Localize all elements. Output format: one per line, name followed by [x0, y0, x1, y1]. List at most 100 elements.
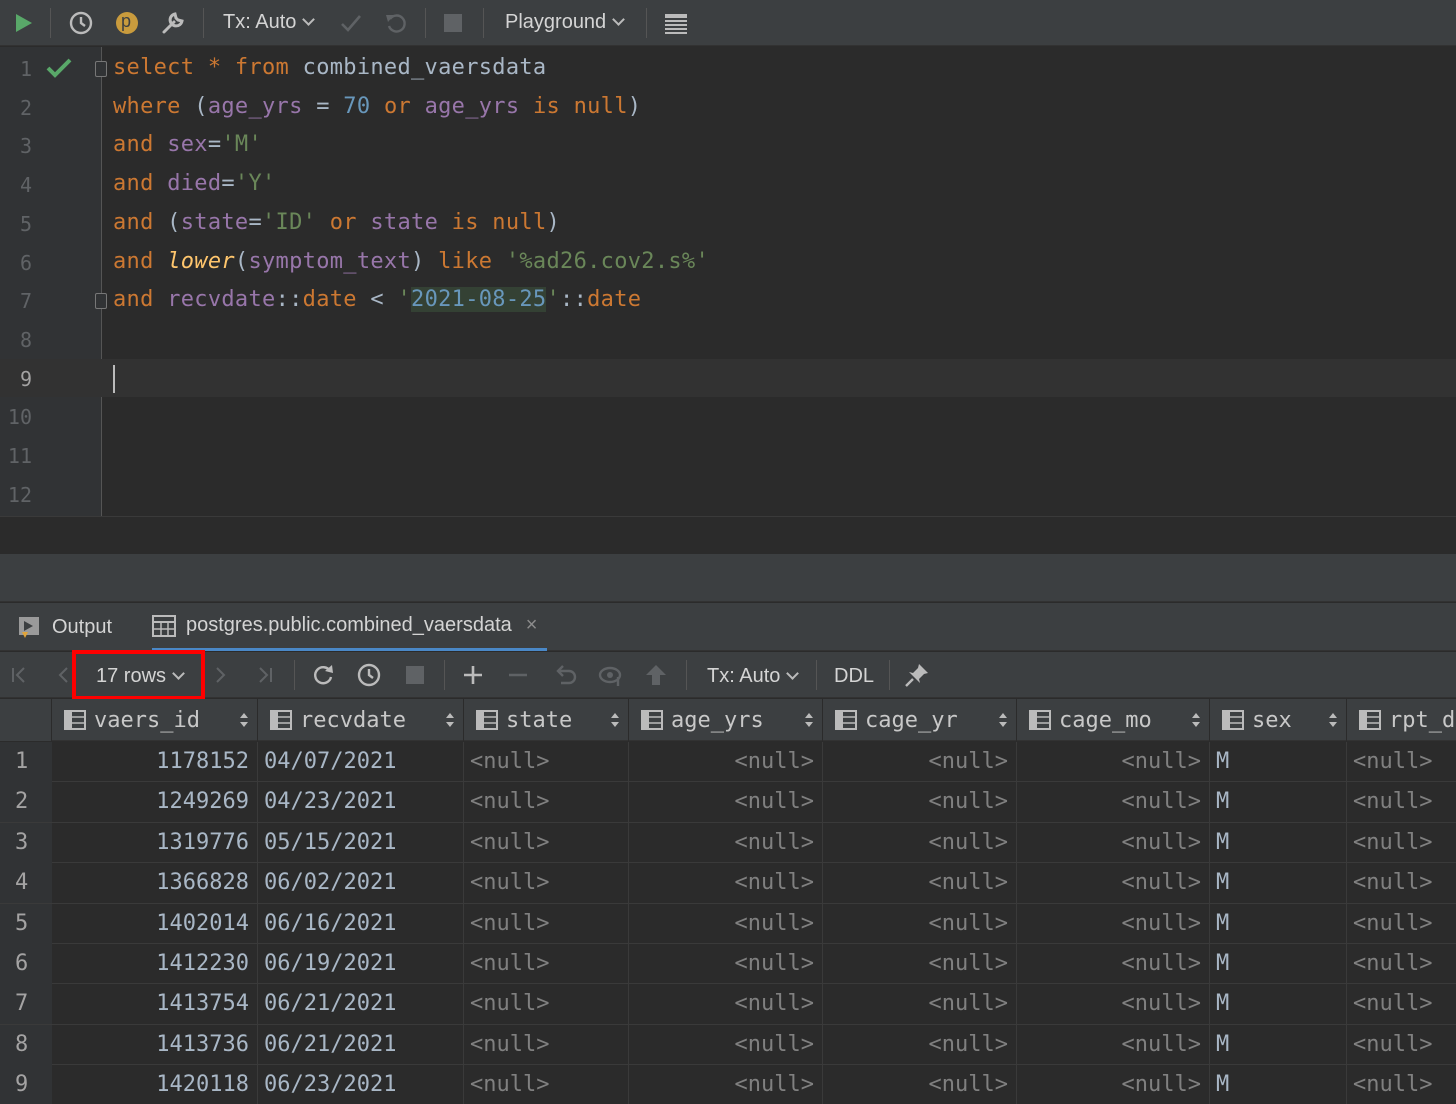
playground-dropdown[interactable]: Playground [505, 11, 626, 34]
table-cell[interactable]: <null> [629, 984, 823, 1025]
table-cell[interactable]: <null> [823, 984, 1017, 1025]
row-number[interactable]: 5 [0, 903, 52, 944]
table-cell[interactable]: M [1210, 944, 1347, 984]
table-cell[interactable]: <null> [1347, 742, 1456, 782]
editor-line[interactable]: 11 [0, 436, 1456, 475]
table-row[interactable]: 8 1413736 06/21/2021 <null> <null> <null> <nul… [0, 1024, 1456, 1066]
table-row[interactable]: 1 1178152 04/07/2021 <null> <null> <null> <nul… [0, 742, 1456, 783]
sort-icon[interactable] [610, 710, 620, 730]
row-number[interactable]: 6 [0, 944, 52, 984]
table-row[interactable]: 7 1413754 06/21/2021 <null> <null> <null> <nul… [0, 984, 1456, 1025]
tab-results-table[interactable]: postgres.public.combined_vaersdata × [152, 603, 548, 651]
column-header-cage-yr[interactable]: cage_yr [823, 699, 1017, 741]
table-cell[interactable]: <null> [823, 822, 1017, 863]
table-cell[interactable]: 1413736 [52, 1024, 258, 1065]
sort-icon[interactable] [804, 710, 814, 730]
row-number[interactable]: 4 [0, 863, 52, 904]
table-cell[interactable]: <null> [1017, 1024, 1210, 1065]
table-cell[interactable]: 05/15/2021 [258, 822, 464, 863]
editor-line[interactable]: 5 and (state='ID' or state is null) [0, 204, 1456, 243]
refresh-icon[interactable] [308, 660, 338, 690]
table-cell[interactable]: M [1210, 984, 1347, 1025]
table-cell[interactable]: 06/23/2021 [258, 1065, 464, 1104]
table-cell[interactable]: <null> [823, 1024, 1017, 1065]
table-cell[interactable]: <null> [1347, 944, 1456, 984]
table-cell[interactable]: <null> [1017, 984, 1210, 1025]
check-icon[interactable] [336, 8, 366, 38]
table-cell[interactable]: <null> [823, 742, 1017, 782]
table-cell[interactable]: 06/16/2021 [258, 903, 464, 944]
table-cell[interactable]: M [1210, 1024, 1347, 1065]
sort-icon[interactable] [1191, 710, 1201, 730]
table-row[interactable]: 5 1402014 06/16/2021 <null> <null> <null> <nul… [0, 903, 1456, 944]
results-grid[interactable]: vaers_id recvdate state age_yrs cage_yr cage_… [0, 699, 1456, 1104]
table-cell[interactable]: 1366828 [52, 863, 258, 904]
table-cell[interactable]: 1319776 [52, 822, 258, 863]
table-cell[interactable]: <null> [464, 782, 629, 823]
table-cell[interactable]: <null> [1347, 904, 1456, 944]
table-cell[interactable]: <null> [629, 822, 823, 863]
table-cell[interactable]: <null> [464, 944, 629, 984]
stop-icon[interactable] [438, 8, 468, 38]
clock-icon[interactable] [66, 8, 96, 38]
table-cell[interactable]: 06/02/2021 [258, 863, 464, 904]
table-cell[interactable]: <null> [629, 903, 823, 944]
table-cell[interactable]: <null> [464, 1065, 629, 1104]
table-cell[interactable]: <null> [464, 984, 629, 1025]
row-number[interactable]: 9 [0, 1065, 52, 1104]
tx-mode-dropdown[interactable]: Tx: Auto [223, 11, 316, 34]
table-cell[interactable]: M [1210, 903, 1347, 944]
table-cell[interactable]: <null> [1017, 944, 1210, 984]
table-cell[interactable]: <null> [1017, 782, 1210, 823]
table-cell[interactable]: <null> [1347, 823, 1456, 863]
table-cell[interactable]: <null> [629, 742, 823, 782]
table-row[interactable]: 2 1249269 04/23/2021 <null> <null> <null> <nul… [0, 782, 1456, 823]
close-icon[interactable]: × [526, 614, 538, 637]
fold-marker-icon[interactable] [95, 293, 107, 309]
table-cell[interactable]: <null> [464, 863, 629, 904]
table-cell[interactable]: 1178152 [52, 742, 258, 782]
table-cell[interactable]: M [1210, 742, 1347, 782]
table-cell[interactable]: <null> [823, 863, 1017, 904]
submit-icon[interactable] [641, 660, 671, 690]
table-row[interactable]: 3 1319776 05/15/2021 <null> <null> <null> <nul… [0, 822, 1456, 864]
table-cell[interactable]: <null> [1017, 903, 1210, 944]
tx-mode-dropdown[interactable]: Tx: Auto [707, 665, 800, 688]
column-header-sex[interactable]: sex [1210, 699, 1347, 741]
sort-icon[interactable] [998, 710, 1008, 730]
tab-output[interactable]: Output [18, 603, 112, 651]
table-row[interactable]: 4 1366828 06/02/2021 <null> <null> <null> <nul… [0, 863, 1456, 904]
table-cell[interactable]: 04/23/2021 [258, 782, 464, 823]
table-cell[interactable]: <null> [464, 903, 629, 944]
sort-icon[interactable] [1328, 710, 1338, 730]
remove-row-icon[interactable] [503, 660, 533, 690]
editor-line[interactable]: 3 and sex='M' [0, 126, 1456, 165]
table-cell[interactable]: <null> [1347, 863, 1456, 903]
table-cell[interactable]: <null> [629, 944, 823, 984]
editor-line[interactable]: 12 [0, 475, 1456, 514]
table-cell[interactable]: 1402014 [52, 903, 258, 944]
table-cell[interactable]: <null> [629, 863, 823, 904]
table-cell[interactable]: <null> [823, 1065, 1017, 1104]
next-page-icon[interactable] [206, 660, 236, 690]
editor-line[interactable]: 4 and died='Y' [0, 165, 1456, 204]
ddl-button[interactable]: DDL [834, 665, 874, 688]
stop-icon[interactable] [400, 660, 430, 690]
table-view-icon[interactable] [661, 8, 691, 38]
table-cell[interactable]: <null> [464, 742, 629, 782]
row-number[interactable]: 3 [0, 822, 52, 863]
editor-line[interactable]: 7 and recvdate::date < '2021-08-25'::date [0, 281, 1456, 320]
column-header-vaers-id[interactable]: vaers_id [52, 699, 258, 741]
row-number[interactable]: 7 [0, 984, 52, 1025]
table-cell[interactable]: <null> [1347, 1025, 1456, 1065]
column-header-cage-mo[interactable]: cage_mo [1017, 699, 1210, 741]
table-row[interactable]: 9 1420118 06/23/2021 <null> <null> <null> <nul… [0, 1065, 1456, 1104]
table-cell[interactable]: <null> [1017, 1065, 1210, 1104]
table-cell[interactable]: 06/19/2021 [258, 944, 464, 984]
table-cell[interactable]: <null> [629, 1024, 823, 1065]
table-cell[interactable]: <null> [823, 782, 1017, 823]
table-cell[interactable]: <null> [1347, 984, 1456, 1024]
row-number[interactable]: 2 [0, 782, 52, 823]
column-header-rpt-d[interactable]: rpt_d [1347, 699, 1456, 741]
table-cell[interactable]: M [1210, 1065, 1347, 1104]
